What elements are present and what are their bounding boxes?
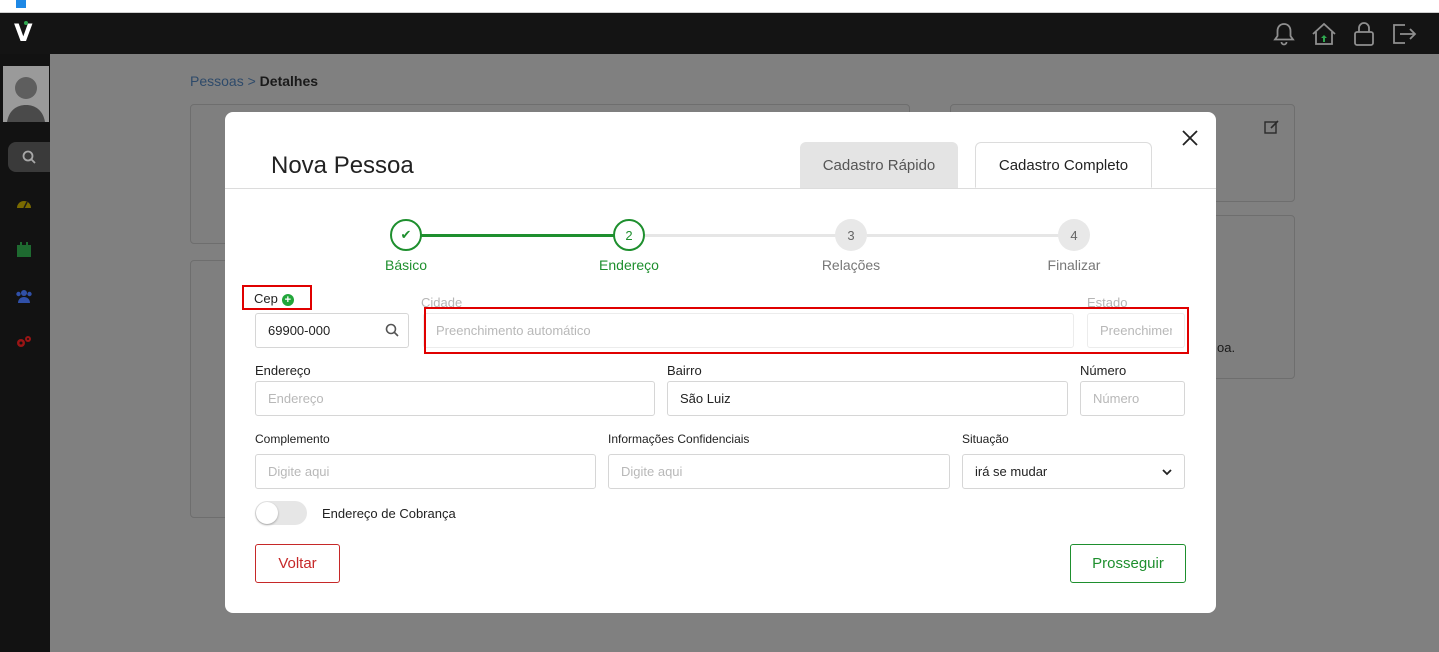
step-connector-2 xyxy=(645,234,855,237)
back-button[interactable]: Voltar xyxy=(255,544,340,583)
step-2-number: 2 xyxy=(625,227,633,243)
dashboard-icon[interactable] xyxy=(14,194,34,214)
close-button[interactable] xyxy=(1178,126,1202,150)
calendar-icon[interactable] xyxy=(14,240,34,260)
situacao-select[interactable]: irá se mudar xyxy=(962,454,1185,489)
endereco-input[interactable] xyxy=(255,381,655,416)
app-logo[interactable]: V xyxy=(14,19,33,47)
step-2-label: Endereço xyxy=(599,257,659,273)
situacao-selected-value: irá se mudar xyxy=(975,464,1048,479)
gears-icon[interactable] xyxy=(14,332,34,352)
cep-label: Cep + xyxy=(254,291,294,306)
home-icon[interactable] xyxy=(1309,19,1339,49)
bairro-input[interactable] xyxy=(667,381,1068,416)
step-4-circle: 4 xyxy=(1058,219,1090,251)
sidebar-search-button[interactable] xyxy=(8,142,50,172)
logout-icon[interactable] xyxy=(1389,19,1419,49)
add-cep-icon[interactable]: + xyxy=(281,293,294,306)
step-4-number: 4 xyxy=(1070,227,1078,243)
breadcrumb-parent[interactable]: Pessoas xyxy=(190,73,244,89)
modal-title: Nova Pessoa xyxy=(271,152,414,179)
topbar-actions xyxy=(1269,19,1419,49)
situacao-label: Situação xyxy=(962,432,1009,446)
background-fragment-text: oa. xyxy=(1217,340,1236,355)
step-connector-3 xyxy=(867,234,1077,237)
complemento-label: Complemento xyxy=(255,432,330,446)
step-4-label: Finalizar xyxy=(1047,257,1101,273)
check-icon: ✔ xyxy=(400,227,412,242)
people-icon[interactable] xyxy=(14,286,34,306)
step-1-circle: ✔ xyxy=(390,219,422,251)
edit-icon xyxy=(1264,120,1279,134)
endereco-label: Endereço xyxy=(255,363,311,378)
tab-cadastro-completo[interactable]: Cadastro Completo xyxy=(975,142,1152,188)
chevron-down-icon xyxy=(1162,468,1172,475)
cidade-estado-highlight-box xyxy=(424,307,1189,354)
breadcrumb-separator: > xyxy=(247,73,256,89)
new-person-modal: Nova Pessoa Cadastro Rápido Cadastro Com… xyxy=(225,112,1216,613)
step-3-number: 3 xyxy=(847,227,855,243)
search-icon xyxy=(22,150,36,164)
close-icon xyxy=(1182,130,1198,146)
info-confidenciais-label: Informações Confidenciais xyxy=(608,432,750,446)
cobranca-toggle[interactable] xyxy=(255,501,307,525)
next-button[interactable]: Prosseguir xyxy=(1070,544,1186,583)
bairro-label: Bairro xyxy=(667,363,702,378)
lock-icon[interactable] xyxy=(1349,19,1379,49)
toggle-knob xyxy=(256,502,278,524)
browser-strip xyxy=(0,0,1439,13)
modal-header-divider xyxy=(225,188,1216,189)
step-1-label: Básico xyxy=(384,257,428,273)
tab-cadastro-rapido[interactable]: Cadastro Rápido xyxy=(800,142,958,188)
complemento-input[interactable] xyxy=(255,454,596,489)
step-connector-1 xyxy=(421,234,629,237)
numero-input[interactable] xyxy=(1080,381,1185,416)
step-3-circle: 3 xyxy=(835,219,867,251)
cep-search-icon[interactable] xyxy=(384,322,400,338)
step-3-label: Relações xyxy=(821,257,881,273)
sidebar xyxy=(0,54,50,652)
bell-icon[interactable] xyxy=(1269,19,1299,49)
step-2-circle: 2 xyxy=(613,219,645,251)
info-confidenciais-input[interactable] xyxy=(608,454,950,489)
breadcrumb: Pessoas > Detalhes xyxy=(190,73,318,89)
cobranca-label: Endereço de Cobrança xyxy=(322,506,456,521)
app-topbar: V xyxy=(0,13,1439,54)
numero-label: Número xyxy=(1080,363,1127,378)
breadcrumb-current: Detalhes xyxy=(259,73,319,89)
tab-favicon-icon xyxy=(16,0,26,8)
avatar[interactable] xyxy=(3,66,49,122)
